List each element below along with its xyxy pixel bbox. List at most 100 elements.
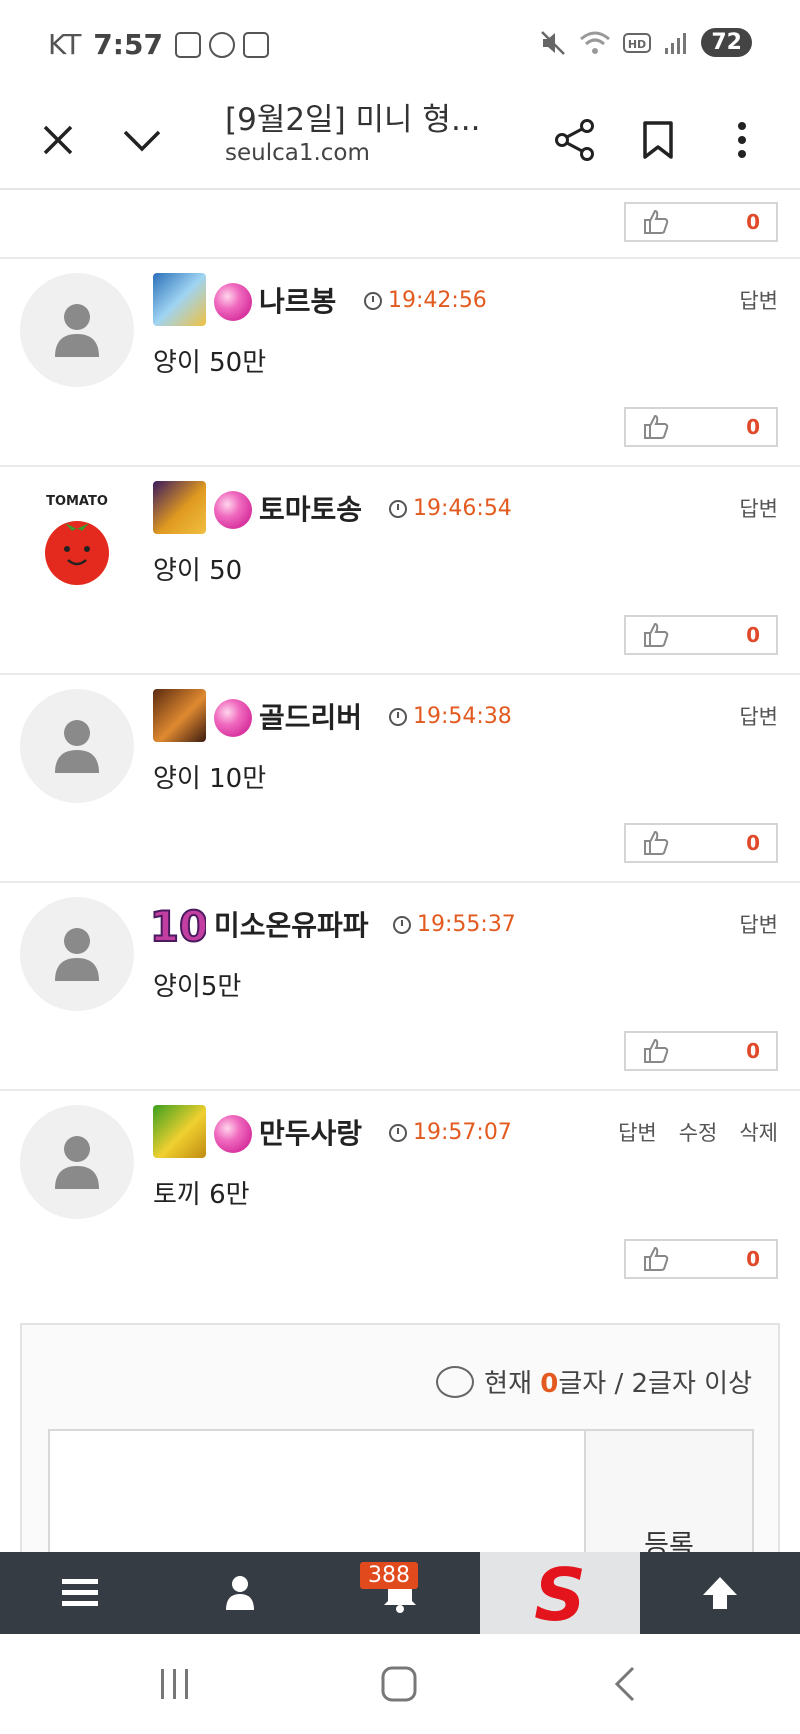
reply-link[interactable]: 답변 [739, 285, 778, 315]
default-user-icon [55, 304, 99, 357]
comment-time: 19:42:56 [364, 288, 487, 313]
site-logo-icon: S [534, 1558, 586, 1628]
mute-icon [541, 30, 566, 55]
menu-button[interactable] [0, 1552, 160, 1634]
comment-time: 19:46:54 [389, 496, 512, 521]
reply-link[interactable]: 답변 [739, 701, 778, 731]
like-button[interactable]: 0 [624, 202, 778, 242]
notification-count-badge: 388 [360, 1562, 418, 1589]
wifi-icon [580, 31, 611, 54]
comment-author[interactable]: 나르봉 [259, 280, 336, 320]
comment-time-text: 19:57:07 [413, 1120, 512, 1145]
reply-link[interactable]: 답변 [739, 909, 778, 939]
gem-icon [214, 1115, 252, 1153]
thumbs-up-icon [644, 414, 669, 439]
comment-text: 토끼 6만 [153, 1180, 250, 1210]
reply-link[interactable]: 답변 [739, 493, 778, 523]
comment-text: 양이 10만 [153, 764, 267, 794]
gem-icon [214, 699, 252, 737]
hamburger-menu-icon [62, 1579, 98, 1606]
like-count: 0 [746, 623, 760, 647]
share-icon [555, 119, 594, 161]
like-count: 0 [746, 1039, 760, 1063]
bookmark-icon [643, 121, 673, 159]
comment-textarea[interactable] [48, 1429, 586, 1552]
comment-text: 양이5만 [153, 972, 242, 1002]
clock-time: 7:57 [93, 28, 163, 61]
like-button[interactable]: 0 [624, 615, 778, 655]
back-icon [614, 1666, 635, 1702]
close-icon [43, 125, 73, 155]
like-button[interactable]: 0 [624, 1031, 778, 1071]
clock-icon [393, 915, 411, 934]
scroll-top-button[interactable] [640, 1552, 800, 1634]
default-user-icon [55, 1136, 99, 1189]
thumbs-up-icon [644, 1246, 669, 1271]
edit-link[interactable]: 수정 [679, 1117, 718, 1147]
arrow-up-icon [703, 1577, 737, 1609]
level-10-badge-icon: 10 [153, 901, 206, 950]
page-title: [9월2일] 미니 형... [225, 102, 481, 138]
char-counter: 현재 0글자 / 2글자 이상 [436, 1363, 752, 1400]
comment-item: 골드리버 19:54:38 답변 양이 10만 0 [0, 673, 800, 881]
comment-time: 19:57:07 [389, 1120, 512, 1145]
avatar: TOMATO [20, 481, 134, 595]
like-button[interactable]: 0 [624, 823, 778, 863]
recent-apps-icon [161, 1669, 188, 1699]
minimize-button[interactable] [112, 110, 172, 170]
share-button[interactable] [545, 110, 605, 170]
comment-author[interactable]: 토마토송 [259, 488, 362, 528]
chevron-down-icon [123, 130, 161, 152]
close-button[interactable] [28, 110, 88, 170]
more-options-button[interactable] [712, 110, 772, 170]
reply-link[interactable]: 답변 [618, 1117, 657, 1147]
level-badge-icon [153, 273, 206, 326]
avatar [20, 897, 134, 1011]
comment-text: 양이 50 [153, 556, 243, 586]
comment-author[interactable]: 미소온유파파 [214, 904, 369, 944]
site-logo-button[interactable]: S [480, 1552, 640, 1634]
clock-icon [389, 499, 407, 518]
badge-10-label: 10 [153, 902, 206, 950]
clock-icon [364, 291, 382, 310]
home-button[interactable] [374, 1664, 424, 1704]
home-icon [381, 1666, 417, 1702]
like-count: 0 [746, 415, 760, 439]
avatar [20, 689, 134, 803]
comment-text: 양이 50만 [153, 348, 267, 378]
comment-author[interactable]: 만두사랑 [259, 1112, 362, 1152]
signal-icon [665, 32, 687, 54]
profile-button[interactable] [160, 1552, 320, 1634]
level-badge-icon [153, 481, 206, 534]
comment-item: 만두사랑 19:57:07 답변 수정 삭제 토끼 6만 0 [0, 1089, 800, 1297]
gem-icon [214, 491, 252, 529]
notifications-button[interactable]: 388 [320, 1552, 480, 1634]
carrier-label: KT [48, 28, 82, 61]
like-button[interactable]: 0 [624, 1239, 778, 1279]
bookmark-button[interactable] [628, 110, 688, 170]
comment-item: TOMATO 토마토송 19:46:54 답변 양이 50 0 [0, 465, 800, 673]
comment-author[interactable]: 골드리버 [259, 696, 362, 736]
back-button[interactable] [600, 1664, 650, 1704]
recent-apps-button[interactable] [150, 1664, 200, 1704]
user-icon [226, 1576, 254, 1610]
system-nav-bar [0, 1634, 800, 1734]
comment-time: 19:55:37 [393, 912, 516, 937]
level-badge-icon [153, 689, 206, 742]
page-url: seulca1.com [225, 140, 370, 166]
like-button[interactable]: 0 [624, 407, 778, 447]
comment-time-text: 19:54:38 [413, 704, 512, 729]
avatar [20, 273, 134, 387]
thumbs-up-icon [644, 1038, 669, 1063]
counter-suffix: 글자 / 2글자 이상 [558, 1369, 752, 1399]
comment-time-text: 19:55:37 [417, 912, 516, 937]
hd-icon: HD [623, 32, 652, 53]
comment-item: 10 미소온유파파 19:55:37 답변 양이5만 0 [0, 881, 800, 1089]
browser-header: [9월2일] 미니 형... seulca1.com [0, 90, 800, 190]
submit-button[interactable]: 등록 [586, 1429, 754, 1552]
like-count: 0 [746, 210, 760, 234]
battery-level: 72 [701, 28, 752, 57]
clock-icon [389, 1123, 407, 1142]
calendar-icon [242, 31, 269, 58]
delete-link[interactable]: 삭제 [739, 1117, 778, 1147]
